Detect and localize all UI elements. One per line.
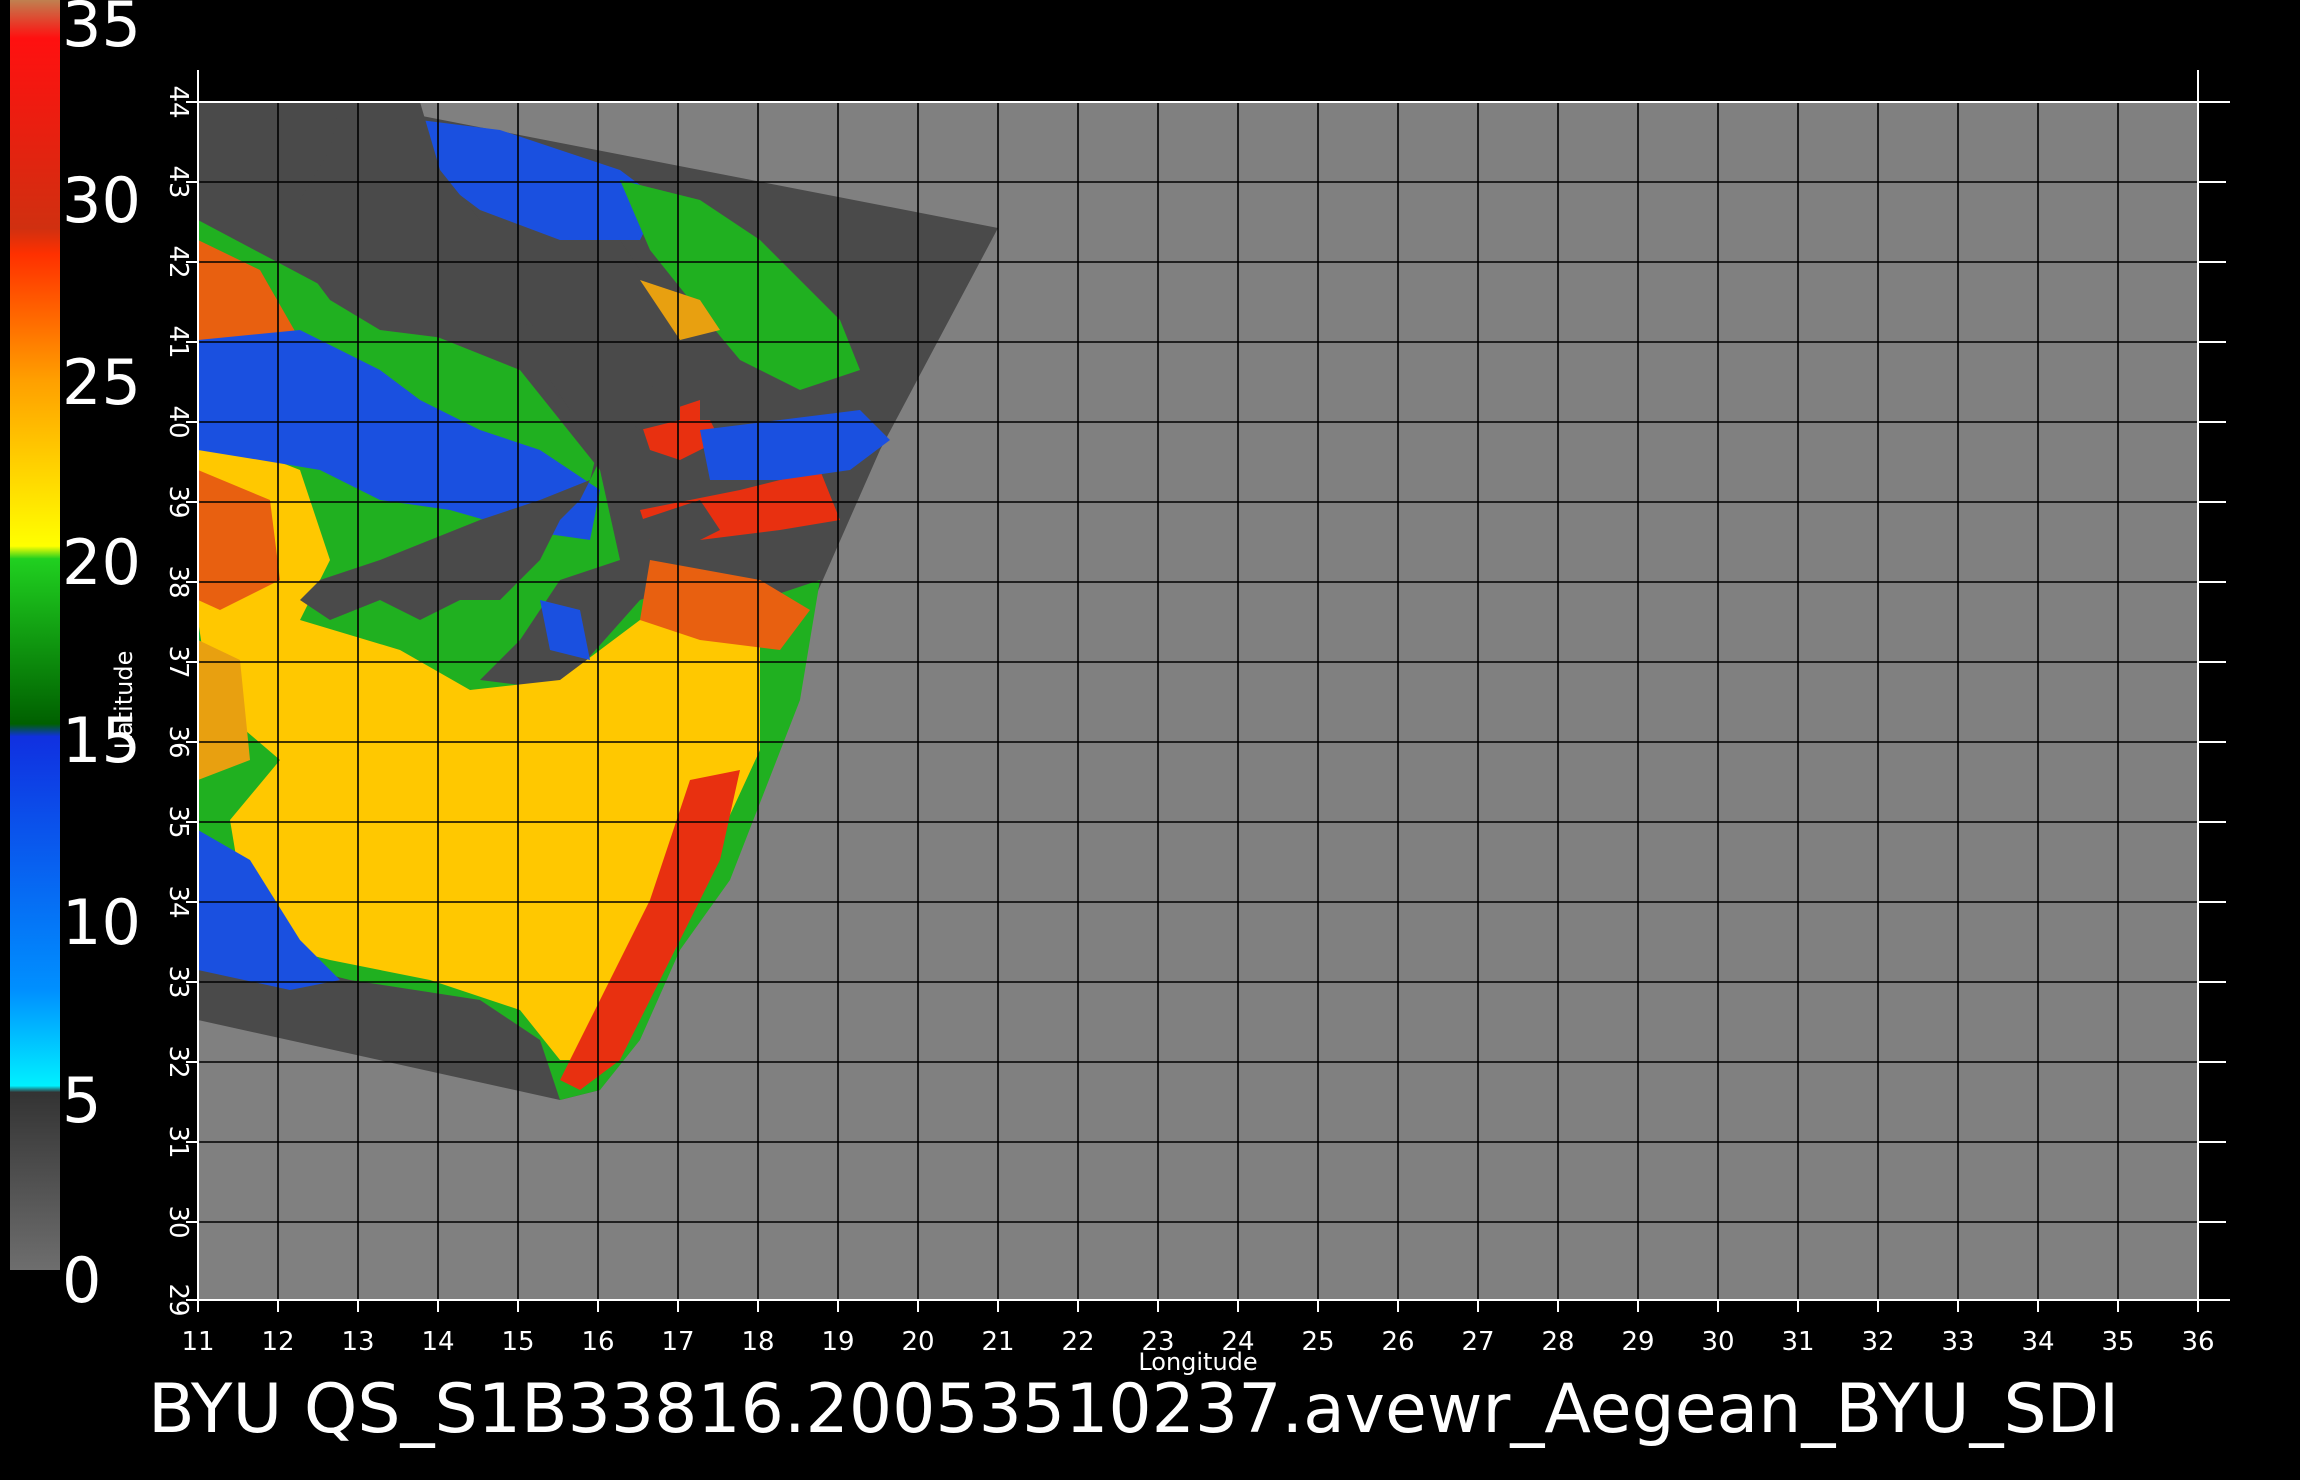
colorbar-label-30: 30 (62, 164, 141, 237)
x-tick-label: 26 (1381, 1327, 1414, 1357)
x-tick-label: 32 (1861, 1327, 1894, 1357)
y-tick-label: 39 (163, 485, 193, 518)
y-tick-labels: 29 30 31 32 33 34 35 36 37 38 39 40 41 4… (163, 85, 193, 1316)
x-tick-label: 20 (901, 1327, 934, 1357)
colorbar-label-35: 35 (62, 0, 141, 61)
figure-caption: BYU QS_S1B33816.20053510237.avewr_Aegean… (148, 1370, 2119, 1449)
y-tick-label: 44 (163, 85, 193, 118)
colorbar-label-25: 25 (62, 346, 141, 419)
y-tick-label: 42 (163, 245, 193, 278)
y-axis-title: Latitude (110, 651, 138, 750)
wind-map-figure: 35 30 25 20 15 10 5 0 11 12 13 14 15 16 … (10, 0, 2230, 1449)
y-tick-label: 43 (163, 165, 193, 198)
y-tick-label: 38 (163, 565, 193, 598)
x-tick-label: 19 (821, 1327, 854, 1357)
x-tick-label: 25 (1301, 1327, 1334, 1357)
x-axis-ticks (197, 1300, 2199, 1312)
x-tick-label: 15 (501, 1327, 534, 1357)
colorbar-label-10: 10 (62, 886, 141, 959)
x-tick-label: 22 (1061, 1327, 1094, 1357)
y-tick-label: 29 (163, 1283, 193, 1316)
x-tick-label: 34 (2021, 1327, 2054, 1357)
y-tick-label: 40 (163, 405, 193, 438)
y-tick-label: 34 (163, 885, 193, 918)
x-tick-label: 13 (341, 1327, 374, 1357)
x-tick-label: 31 (1781, 1327, 1814, 1357)
x-tick-label: 27 (1461, 1327, 1494, 1357)
colorbar (10, 0, 60, 1270)
x-tick-label: 21 (981, 1327, 1014, 1357)
y-tick-label: 37 (163, 645, 193, 678)
y-tick-label: 35 (163, 805, 193, 838)
x-tick-label: 30 (1701, 1327, 1734, 1357)
y-tick-label: 36 (163, 725, 193, 758)
y-tick-label: 30 (163, 1205, 193, 1238)
y-tick-label: 31 (163, 1125, 193, 1158)
x-tick-label: 18 (741, 1327, 774, 1357)
colorbar-label-5: 5 (62, 1064, 101, 1137)
x-tick-label: 11 (181, 1327, 214, 1357)
y-tick-label: 33 (163, 965, 193, 998)
x-tick-label: 28 (1541, 1327, 1574, 1357)
x-tick-label: 36 (2181, 1327, 2214, 1357)
x-tick-label: 12 (261, 1327, 294, 1357)
colorbar-label-20: 20 (62, 526, 141, 599)
x-tick-label: 17 (661, 1327, 694, 1357)
x-tick-label: 16 (581, 1327, 614, 1357)
y-tick-label: 32 (163, 1045, 193, 1078)
x-tick-label: 14 (421, 1327, 454, 1357)
colorbar-label-0: 0 (62, 1244, 101, 1317)
y-tick-label: 41 (163, 325, 193, 358)
x-tick-label: 29 (1621, 1327, 1654, 1357)
x-tick-label: 33 (1941, 1327, 1974, 1357)
x-tick-label: 35 (2101, 1327, 2134, 1357)
